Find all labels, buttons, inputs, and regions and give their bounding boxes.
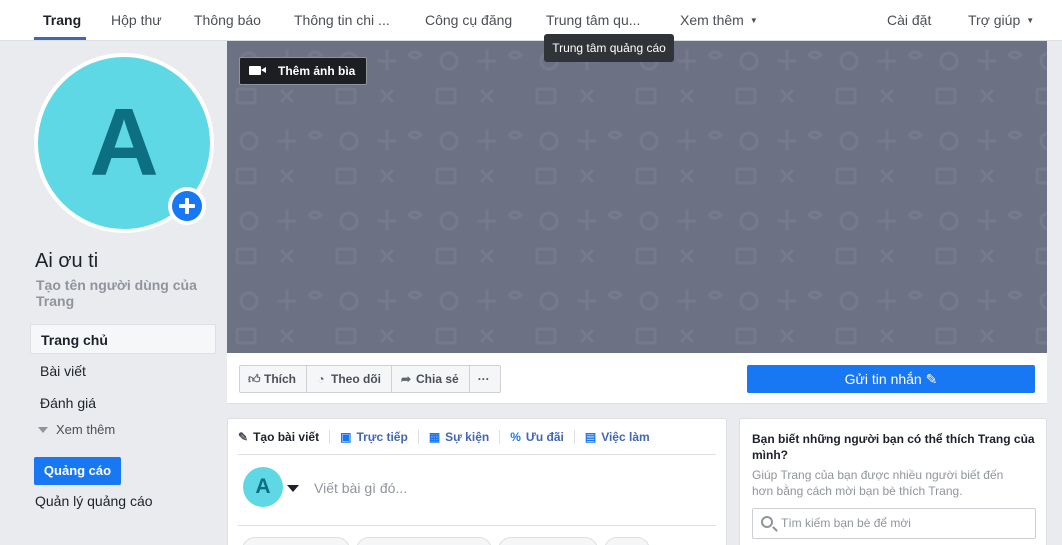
page-action-bar: 👍︎ Thích ◔ Theo dõi ➦ Chia sẻ ··· Gửi tin n… [227,353,1047,404]
manage-ads-link[interactable]: Quản lý quảng cáo [35,493,153,509]
tab-notifications[interactable]: Thông báo [194,0,261,41]
invite-search-input[interactable]: Tìm kiếm bạn bè để mời [752,508,1036,539]
tab-help[interactable]: Trợ giúp ▼ [968,0,1034,41]
tab-settings[interactable]: Cài đặt [887,0,931,41]
tab-live-label: Trực tiếp [356,429,408,444]
page-title: Ai ơu ti [35,250,99,272]
tab-create-post[interactable]: ✎ Tạo bài viết [238,429,331,444]
share-label: Chia sẻ [416,372,459,386]
triangle-down-icon [38,427,48,433]
create-username-link[interactable]: Tạo tên người dùng của Trang [36,277,211,309]
composer-option-chip[interactable] [498,537,598,545]
tab-help-label: Trợ giúp [968,12,1021,28]
sidebar-item-reviews[interactable]: Đánh giá [30,388,216,418]
briefcase-icon: ▤ [584,429,597,444]
video-icon: ▣ [340,429,352,444]
send-message-label: Gửi tin nhắn [844,371,922,387]
follow-button[interactable]: ◔ Theo dõi [307,366,392,392]
sidebar-see-more-label: Xem thêm [56,422,116,437]
caret-down-icon[interactable] [287,485,299,492]
search-icon [761,516,773,528]
invite-card-title: Bạn biết những người bạn có thể thích Tr… [752,432,1035,462]
pencil-icon: ✎ [238,429,249,444]
rss-icon: ◔ [317,372,325,386]
tab-inbox[interactable]: Hộp thư [111,0,162,41]
share-arrow-icon: ➦ [400,372,412,386]
ad-center-tooltip: Trung tâm quảng cáo [544,34,674,62]
tab-event-label: Sự kiện [445,429,490,444]
promote-button[interactable]: Quảng cáo [34,457,121,485]
tab-create-post-label: Tạo bài viết [253,429,320,444]
post-input[interactable]: Viết bài gì đó... [314,480,407,496]
percent-icon: % [510,429,521,444]
plus-icon [172,191,202,221]
composer-divider [238,525,716,526]
action-button-group: 👍︎ Thích ◔ Theo dõi ➦ Chia sẻ ··· [239,365,501,393]
cover-pattern [227,41,1047,353]
composer-tabs: ✎ Tạo bài viết ▣ Trực tiếp ▦ Sự kiện % Ưu đã… [238,419,716,455]
tab-offer-label: Ưu đãi [525,429,564,444]
sidebar-item-posts[interactable]: Bài viết [30,356,216,386]
sidebar-see-more[interactable]: Xem thêm [38,422,115,437]
cover-photo: Thêm ảnh bìa [227,41,1047,353]
composer-option-chip[interactable] [604,537,650,545]
post-composer: ✎ Tạo bài viết ▣ Trực tiếp ▦ Sự kiện % Ưu đã… [227,418,727,545]
tab-insights[interactable]: Thông tin chi ... [294,0,390,41]
more-options-button[interactable]: ··· [470,366,500,392]
follow-label: Theo dõi [331,372,381,386]
tab-job-label: Việc làm [601,429,650,444]
composer-option-chip[interactable] [242,537,350,545]
invite-card-description: Giúp Trang của bạn được nhiều người biết… [752,468,1004,498]
video-camera-icon [249,66,266,75]
tab-see-more[interactable]: Xem thêm ▼ [680,0,758,41]
invite-search-placeholder: Tìm kiếm bạn bè để mời [781,516,911,530]
send-message-button[interactable]: Gửi tin nhắn ✎ [747,365,1035,393]
active-tab-indicator [34,37,86,40]
caret-down-icon: ▼ [1026,16,1035,25]
sidebar-item-home[interactable]: Trang chủ [30,324,216,354]
tab-see-more-label: Xem thêm [680,12,744,28]
thumbs-up-icon: 👍︎ [248,372,261,386]
tab-event[interactable]: ▦ Sự kiện [428,429,501,444]
page-tab-bar: Trang Hộp thư Thông báo Thông tin chi ..… [0,0,1062,41]
tab-offer[interactable]: % Ưu đãi [510,429,575,444]
composer-option-chip[interactable] [356,537,492,545]
add-cover-button[interactable]: Thêm ảnh bìa [239,57,367,85]
composer-avatar[interactable]: A [243,467,283,507]
like-button[interactable]: 👍︎ Thích [240,366,307,392]
tab-live[interactable]: ▣ Trực tiếp [340,429,419,444]
share-button[interactable]: ➦ Chia sẻ [392,366,470,392]
tab-publishing-tools[interactable]: Công cụ đăng [425,0,512,41]
add-cover-label: Thêm ảnh bìa [278,64,356,78]
tab-trang[interactable]: Trang [43,0,81,41]
like-label: Thích [264,372,296,386]
add-photo-button[interactable] [168,187,206,225]
ellipsis-icon: ··· [477,372,490,386]
caret-down-icon: ▼ [749,16,758,25]
pencil-icon: ✎ [925,371,938,387]
calendar-icon: ▦ [428,429,441,444]
invite-friends-card: Bạn biết những người bạn có thể thích Tr… [739,418,1047,545]
profile-picture[interactable]: A [34,53,214,233]
tab-job[interactable]: ▤ Việc làm [585,430,660,444]
